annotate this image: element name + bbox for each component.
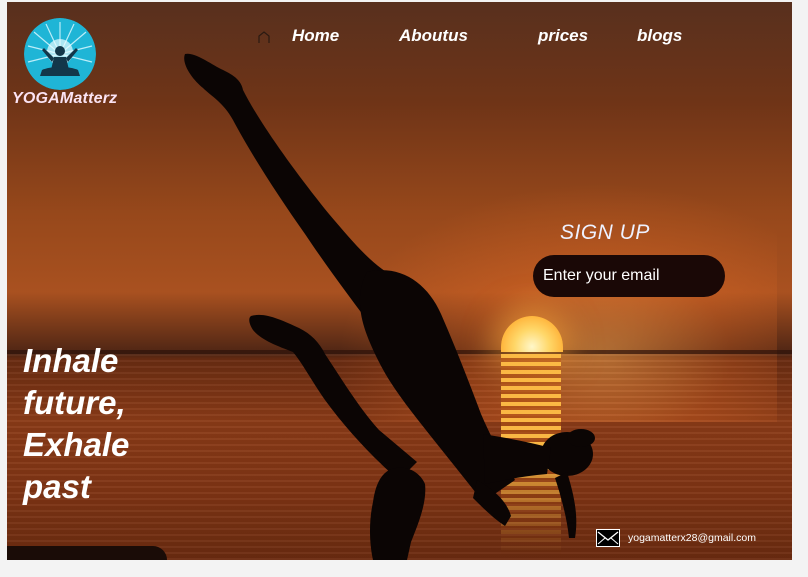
brand-logo[interactable]	[24, 18, 96, 90]
hero-tagline: Inhale future, Exhale past	[23, 340, 183, 508]
nav-aboutus-link[interactable]: Aboutus	[399, 26, 468, 46]
home-icon[interactable]	[257, 30, 271, 44]
contact-email-text[interactable]: yogamatterx28@gmail.com	[628, 532, 756, 544]
mail-icon	[596, 529, 620, 547]
brand-name: YOGAMatterz	[12, 90, 118, 107]
tagline-line: Exhale	[23, 426, 130, 463]
tagline-line: future,	[23, 384, 126, 421]
tagline-line: Inhale	[23, 342, 119, 379]
hero-banner: YOGAMatterz Home Aboutus prices blogs SI…	[7, 2, 792, 560]
nav-blogs-link[interactable]: blogs	[637, 26, 682, 46]
nav-prices-link[interactable]: prices	[538, 26, 588, 46]
signup-title: SIGN UP	[560, 221, 650, 244]
tagline-line: past	[23, 468, 91, 505]
nav-home-link[interactable]: Home	[292, 26, 339, 46]
meditation-sunburst-icon	[24, 18, 96, 90]
email-input[interactable]	[533, 255, 725, 297]
